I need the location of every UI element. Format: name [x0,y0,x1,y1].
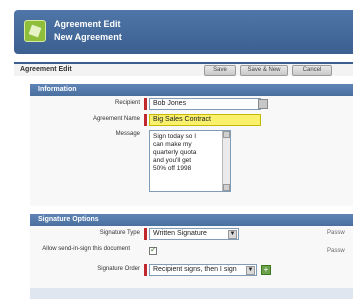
detail-title: Agreement Edit [20,66,72,73]
scroll-up-icon[interactable] [223,131,230,138]
required-marker [144,98,147,110]
agreement-name-label: Agreement Name [92,116,140,122]
agreement-logo-icon [24,20,46,42]
signature-order-value: Recipient signs, then I sign [153,266,237,273]
recipient-field[interactable]: Bob Jones [149,98,261,110]
save-button[interactable]: Save [204,65,236,76]
required-marker [144,264,147,276]
required-marker [144,228,147,240]
hosted-signing-checkbox[interactable] [149,245,157,255]
information-panel: Recipient Bob Jones Agreement Name Big S… [30,96,353,206]
page-title: Agreement Edit [54,19,121,29]
password-label: Passw [327,230,345,236]
scroll-down-icon[interactable] [223,184,230,191]
signature-type-value: Written Signature [153,230,207,237]
page-header: Agreement Edit New Agreement [14,10,353,54]
message-line: 50% off 1998 [153,165,192,172]
signature-order-select[interactable]: Recipient signs, then I sign ▼ [149,264,257,276]
page: Agreement Edit New Agreement Agreement E… [0,0,353,299]
agreement-name-field[interactable]: Big Sales Contract [149,114,261,126]
message-textarea[interactable]: Sign today so I can make my quarterly qu… [149,130,231,192]
signature-panel: Signature Type Written Signature ▼ Passw… [30,226,353,288]
message-line: quarterly quota [153,149,197,156]
signature-type-label: Signature Type [99,230,140,236]
recipient-label: Recipient [114,100,140,106]
lookup-icon[interactable] [258,99,268,109]
save-and-new-button[interactable]: Save & New [240,65,288,76]
add-icon[interactable]: + [261,265,271,275]
detail-toolbar: Agreement Edit Save Save & New Cancel [14,62,353,76]
message-line: can make my [153,141,192,148]
section-signature-options: Signature Options [30,214,353,226]
password-confirm-label: Passw [327,248,345,254]
message-scrollbar[interactable] [222,131,230,191]
hosted-signing-label: Allow send-in-sign this document [42,246,130,252]
page-subtitle: New Agreement [54,32,122,42]
chevron-down-icon: ▼ [246,266,255,275]
required-marker [144,114,147,126]
chevron-down-icon: ▼ [228,230,237,239]
message-line: Sign today so I [153,133,196,140]
bottom-strip [30,288,353,299]
section-information: Information [30,84,353,96]
cancel-button[interactable]: Cancel [292,65,332,76]
signature-order-label: Signature Order [97,266,140,272]
message-line: and you'll get [153,157,192,164]
signature-type-select[interactable]: Written Signature ▼ [149,228,239,240]
message-label: Message [115,131,140,137]
